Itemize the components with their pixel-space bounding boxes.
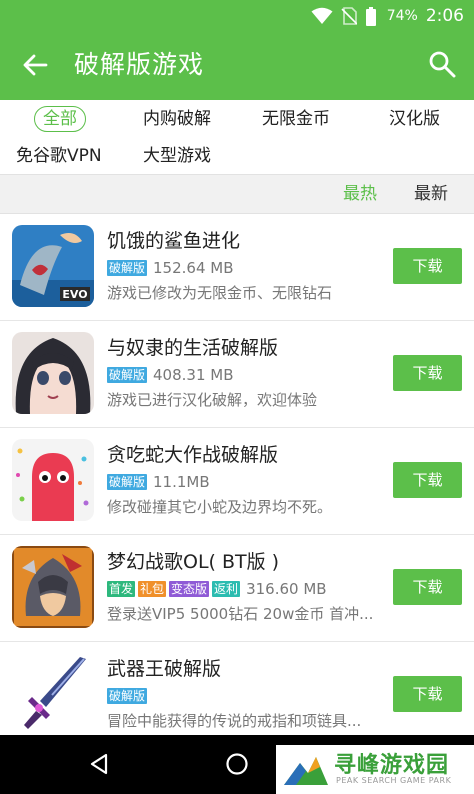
game-row[interactable]: 贪吃蛇大作战破解版 破解版 11.1MB 修改碰撞其它小蛇及边界均不死。 下载	[0, 428, 474, 535]
tag-badge: 破解版	[107, 474, 148, 490]
file-size: 408.31 MB	[153, 366, 234, 384]
game-title: 与奴隶的生活破解版	[107, 337, 279, 359]
filter-chinese-version[interactable]: 汉化版	[389, 107, 440, 131]
download-button[interactable]: 下载	[393, 569, 462, 605]
app-bar: 破解版游戏	[0, 32, 474, 100]
battery-icon	[365, 6, 376, 26]
tag-badge: 破解版	[107, 688, 148, 704]
no-sim-icon	[341, 7, 357, 25]
tag-badge: 礼包	[138, 581, 167, 597]
game-title: 梦幻战歌OL( BT版 )	[107, 551, 280, 573]
game-title: 贪吃蛇大作战破解版	[107, 444, 279, 466]
page-title: 破解版游戏	[74, 50, 205, 79]
file-size: 11.1MB	[153, 473, 210, 491]
download-button[interactable]: 下载	[393, 248, 462, 284]
game-title: 武器王破解版	[107, 658, 222, 680]
game-meta: 首发 礼包 变态版 返利 316.60 MB	[107, 579, 327, 599]
watermark: 寻峰游戏园 PEAK SEARCH GAME PARK	[276, 745, 474, 794]
game-thumbnail-shark: EVO	[12, 225, 94, 307]
back-triangle-icon[interactable]	[86, 751, 112, 777]
tag-badge: 返利	[212, 581, 241, 597]
file-size: 152.64 MB	[153, 259, 234, 277]
filter-iap-crack[interactable]: 内购破解	[143, 107, 211, 131]
wifi-icon	[311, 7, 333, 24]
watermark-title: 寻峰游戏园	[334, 753, 450, 778]
filter-large-games[interactable]: 大型游戏	[143, 144, 211, 168]
download-button[interactable]: 下载	[393, 355, 462, 391]
clock: 2:06	[425, 6, 464, 26]
game-description: 修改碰撞其它小蛇及边界均不死。	[107, 498, 333, 516]
battery-percent: 74%	[386, 8, 418, 24]
tag-badge: 破解版	[107, 260, 148, 276]
download-button[interactable]: 下载	[393, 462, 462, 498]
game-title: 饥饿的鲨鱼进化	[107, 230, 241, 252]
game-description: 游戏已进行汉化破解，欢迎体验	[107, 391, 318, 409]
tag-badge: 破解版	[107, 367, 148, 383]
filter-all[interactable]: 全部	[34, 106, 86, 132]
game-thumbnail-warrior	[12, 546, 94, 628]
game-description: 游戏已修改为无限金币、无限钻石	[107, 284, 333, 302]
game-meta: 破解版 408.31 MB	[107, 365, 234, 385]
peak-logo-icon	[284, 757, 328, 785]
filter-unlimited-coins[interactable]: 无限金币	[262, 107, 330, 131]
category-filters: 全部 内购破解 无限金币 汉化版 免谷歌VPN 大型游戏	[0, 100, 474, 174]
download-button[interactable]: 下载	[393, 676, 462, 712]
game-description: 冒险中能获得的传说的戒指和项链具...	[107, 712, 362, 730]
sort-newest[interactable]: 最新	[414, 183, 448, 205]
game-thumbnail-anime-girl	[12, 332, 94, 414]
tag-badge: 变态版	[169, 581, 210, 597]
status-bar: 74% 2:06	[0, 0, 474, 32]
search-icon[interactable]	[428, 50, 456, 78]
game-row[interactable]: 梦幻战歌OL( BT版 ) 首发 礼包 变态版 返利 316.60 MB 登录送…	[0, 535, 474, 642]
game-thumbnail-snake	[12, 439, 94, 521]
sort-bar: 最热 最新	[0, 174, 474, 214]
game-row[interactable]: EVO 饥饿的鲨鱼进化 破解版 152.64 MB 游戏已修改为无限金币、无限钻…	[0, 214, 474, 321]
game-thumbnail-sword	[12, 653, 94, 735]
back-arrow-icon[interactable]	[20, 50, 50, 80]
game-description: 登录送VIP5 5000钻石 20w金币 首冲...	[107, 605, 374, 623]
game-meta: 破解版 152.64 MB	[107, 258, 234, 278]
game-meta: 破解版	[107, 686, 148, 706]
home-circle-icon[interactable]	[224, 751, 250, 777]
sort-hottest[interactable]: 最热	[343, 183, 377, 205]
thumb-label: EVO	[62, 288, 87, 301]
watermark-subtitle: PEAK SEARCH GAME PARK	[336, 776, 452, 785]
filter-no-google-vpn[interactable]: 免谷歌VPN	[16, 144, 102, 168]
tag-badge: 首发	[107, 581, 136, 597]
game-row[interactable]: 与奴隶的生活破解版 破解版 408.31 MB 游戏已进行汉化破解，欢迎体验 下…	[0, 321, 474, 428]
status-icons: 74% 2:06	[311, 5, 464, 27]
file-size: 316.60 MB	[246, 580, 327, 598]
game-row[interactable]: 武器王破解版 破解版 冒险中能获得的传说的戒指和项链具... 下载	[0, 642, 474, 749]
game-meta: 破解版 11.1MB	[107, 472, 210, 492]
